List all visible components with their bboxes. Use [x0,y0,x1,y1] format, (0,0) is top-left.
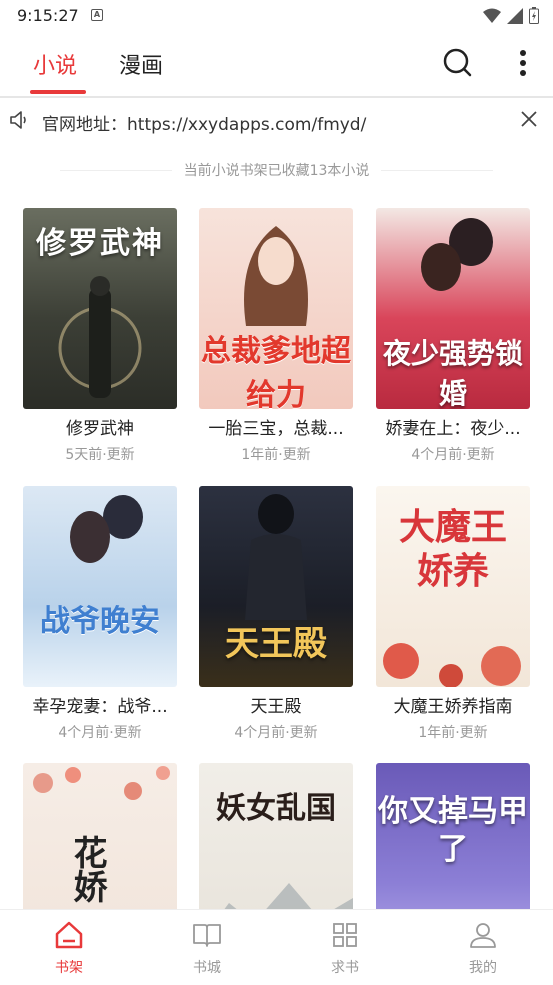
status-time: 9:15:27 [17,6,79,25]
book-grid: 修罗武神 修罗武神 5天前·更新 总裁爹地超给力 一胎三宝，总裁... 1年前·… [0,208,553,909]
cover-title: 修罗武神 [36,226,164,261]
book-item[interactable]: 天王殿 天王殿 4个月前·更新 [199,486,353,742]
notice-bar: 官网地址：https://xxydapps.com/fmyd/ [0,100,553,140]
nav-bookstore[interactable]: 书城 [138,910,276,985]
cover-figure [58,276,142,398]
battery-icon [529,7,539,24]
book-cover[interactable]: 修罗武神 [23,208,177,409]
notification-a-icon: A [91,9,103,21]
speaker-icon [10,111,26,129]
signal-icon [507,7,523,24]
book-item[interactable]: 战爷晚安 幸孕宠妻：战爷... 4个月前·更新 [23,486,177,742]
bottom-nav: 书架 书城 求书 我的 [0,909,553,984]
cover-blossoms [33,766,170,800]
cover-flowers [383,643,521,687]
book-item[interactable]: 修罗武神 修罗武神 5天前·更新 [23,208,177,464]
cover-title: 战爷晚安 [40,604,160,639]
cover-figure [245,494,307,620]
book-cover[interactable]: 大魔王娇养 [376,486,530,687]
cover-title: 你又掉马甲了 [378,794,528,867]
book-updated: 4个月前·更新 [411,447,495,463]
nav-label: 书架 [55,960,83,976]
cover-figure [244,226,308,326]
nav-profile[interactable]: 我的 [414,910,552,985]
nav-label: 我的 [469,960,497,976]
book-updated: 1年前·更新 [241,447,311,463]
nav-bookshelf[interactable]: 书架 [0,910,138,985]
book-updated: 4个月前·更新 [58,725,142,741]
book-updated: 4个月前·更新 [234,725,318,741]
nav-label: 求书 [331,960,359,976]
nav-request-book[interactable]: 求书 [276,910,414,985]
user-icon [470,923,496,948]
book-cover[interactable]: 夜少强势锁婚 [376,208,530,409]
book-cover[interactable]: 天王殿 [199,486,353,687]
book-cover[interactable]: 妖女乱国 [199,763,353,909]
cover-title: 妖女乱国 [216,791,336,826]
book-updated: 5天前·更新 [65,447,135,463]
book-title: 修罗武神 [66,419,134,439]
book-item[interactable]: 总裁爹地超给力 一胎三宝，总裁... 1年前·更新 [199,208,353,464]
nav-label: 书城 [193,960,221,976]
book-icon [193,924,221,947]
book-item[interactable]: 大魔王娇养 大魔王娇养指南 1年前·更新 [376,486,530,742]
cover-figure [70,495,143,563]
cover-title: 夜少强势锁婚 [382,337,523,409]
cover-title: 花娇 [67,835,107,903]
divider-left [60,170,172,171]
grid-icon [333,923,357,947]
search-icon[interactable] [442,47,472,77]
book-title: 大魔王娇养指南 [393,697,513,717]
book-cover[interactable]: 花娇 [23,763,177,909]
book-item[interactable]: 妖女乱国 [199,763,353,909]
tab-comic[interactable]: 漫画 [119,48,163,80]
cover-landscape [224,883,353,909]
book-updated: 1年前·更新 [418,725,488,741]
book-title: 娇妻在上：夜少... [385,419,521,439]
tab-novel[interactable]: 小说 [33,48,77,80]
book-item[interactable]: 夜少强势锁婚 娇妻在上：夜少... 4个月前·更新 [376,208,530,464]
book-title: 天王殿 [250,697,302,717]
book-item[interactable]: 花娇 [23,763,177,909]
shelf-count: 当前小说书架已收藏13本小说 [0,160,553,180]
app-bar: 小说 漫画 [0,32,553,98]
notice-text[interactable]: 官网地址：https://xxydapps.com/fmyd/ [42,110,366,135]
book-title: 幸孕宠妻：战爷... [32,697,168,717]
close-icon[interactable] [520,110,538,128]
system-icons [483,7,539,24]
cover-figure [421,218,493,291]
shelf-count-text: 当前小说书架已收藏13本小说 [183,163,370,179]
book-cover[interactable]: 总裁爹地超给力 [199,208,353,409]
cover-title: 大魔王娇养 [398,507,507,592]
home-icon [55,921,83,949]
active-tab-indicator [30,90,86,94]
cover-title: 天王殿 [225,624,327,664]
book-cover[interactable]: 你又掉马甲了 [376,763,530,909]
status-bar: 9:15:27 A [0,0,553,32]
divider-right [381,170,493,171]
cover-title: 总裁爹地超给力 [201,334,351,409]
book-title: 一胎三宝，总裁... [208,419,344,439]
wifi-icon [483,8,501,23]
more-options-icon[interactable] [513,48,533,78]
book-cover[interactable]: 战爷晚安 [23,486,177,687]
book-item[interactable]: 你又掉马甲了 [376,763,530,909]
